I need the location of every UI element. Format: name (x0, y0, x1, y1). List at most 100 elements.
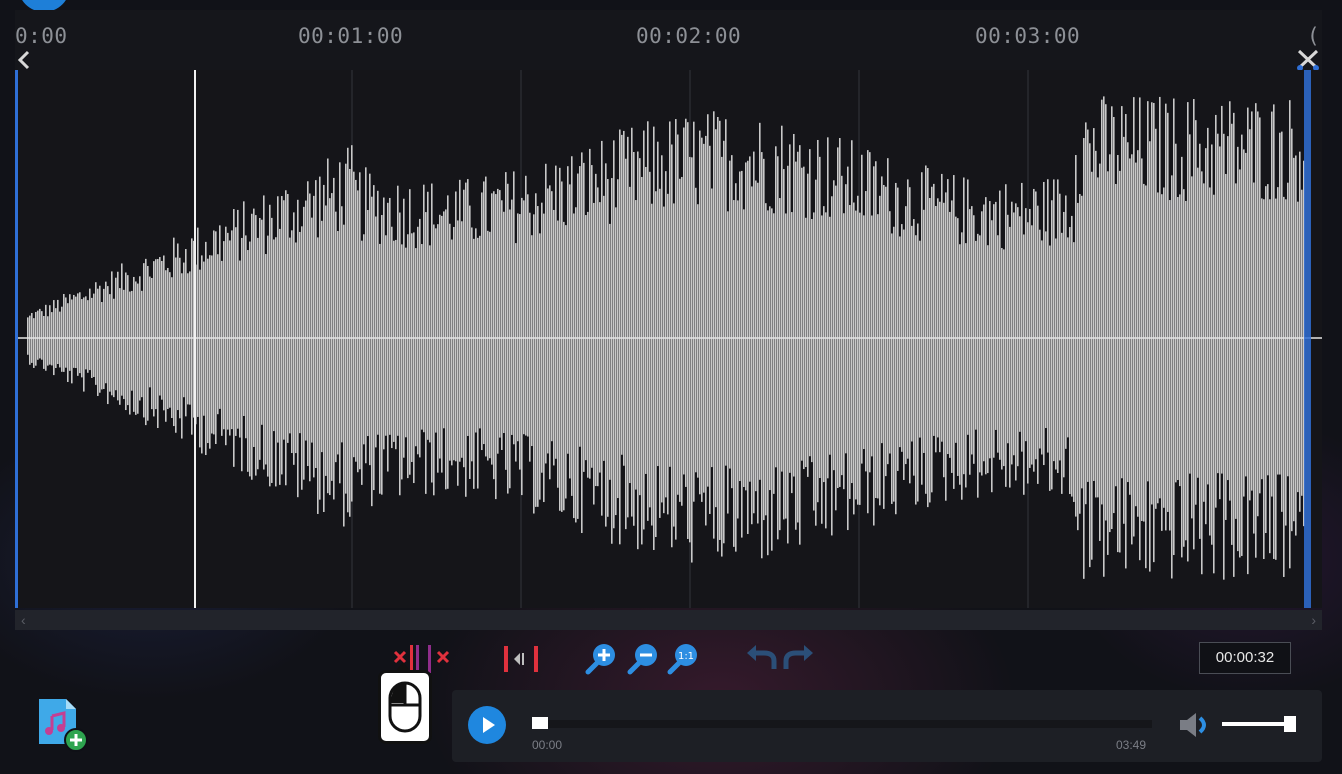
wave-sample (571, 156, 573, 496)
wave-sample (579, 166, 581, 447)
wave-sample (255, 215, 257, 476)
wave-sample (267, 235, 269, 477)
wave-sample (423, 184, 425, 433)
wave-sample (1175, 143, 1177, 483)
zoom-in-icon[interactable] (584, 641, 618, 675)
wave-sample (1083, 138, 1085, 579)
wave-sample (301, 226, 303, 490)
wave-sample (637, 151, 639, 550)
wave-sample (1291, 128, 1293, 532)
wave-sample (331, 193, 333, 481)
wave-sample (929, 198, 931, 503)
wave-sample (791, 212, 793, 494)
wave-sample (699, 130, 701, 495)
wave-sample (897, 187, 899, 471)
wave-sample (467, 179, 469, 436)
wave-sample (679, 178, 681, 502)
zoom-out-icon[interactable] (626, 641, 660, 675)
wave-sample (299, 231, 301, 434)
wave-sample (1171, 175, 1173, 579)
trim-selection-icon[interactable] (502, 643, 542, 675)
wave-sample (749, 156, 751, 482)
wave-sample (809, 149, 811, 457)
wave-sample (701, 137, 703, 502)
redo-icon[interactable] (782, 643, 816, 673)
timeline-ruler[interactable]: 0:00 00:01:00 00:02:00 00:03:00 ( (15, 10, 1322, 72)
wave-sample (783, 169, 785, 520)
speaker-icon[interactable] (1178, 712, 1212, 738)
wave-sample (1221, 105, 1223, 474)
wave-sample (499, 190, 501, 438)
wave-sample (765, 203, 767, 516)
scissors-icon[interactable] (1295, 48, 1321, 72)
wave-sample (1031, 225, 1033, 465)
wave-sample (415, 248, 417, 447)
wave-sample (665, 171, 667, 498)
volume-thumb[interactable] (1284, 716, 1296, 732)
wave-sample (1079, 194, 1081, 514)
start-handle-icon[interactable] (17, 50, 31, 70)
wave-sample (539, 233, 541, 500)
wave-sample (529, 212, 531, 462)
wave-sample (265, 254, 267, 465)
wave-sample (277, 196, 279, 443)
wave-sample (379, 243, 381, 494)
wave-sample (909, 187, 911, 484)
wave-sample (1007, 214, 1009, 444)
selection-end-marker[interactable] (1304, 70, 1311, 608)
wave-sample (1093, 128, 1095, 481)
wave-sample (853, 202, 855, 515)
waveform-canvas[interactable] (15, 70, 1322, 608)
play-button[interactable] (468, 706, 506, 744)
wave-sample (1049, 245, 1051, 491)
wave-sample (135, 281, 137, 415)
horizontal-scrollbar[interactable]: ‹ › (15, 610, 1322, 630)
zoom-reset-icon[interactable]: 1:1 (666, 641, 700, 675)
wave-sample (109, 294, 111, 392)
wave-sample (303, 206, 305, 480)
wave-sample (1123, 136, 1125, 524)
wave-sample (1037, 205, 1039, 484)
wave-sample (949, 211, 951, 458)
add-music-file-icon[interactable] (36, 696, 92, 756)
wave-sample (951, 200, 953, 473)
wave-sample (959, 244, 961, 485)
scroll-left-icon[interactable]: ‹ (21, 610, 26, 630)
wave-sample (983, 204, 985, 462)
wave-sample (381, 215, 383, 495)
selection-start-marker[interactable] (15, 70, 18, 608)
wave-sample (131, 290, 133, 391)
wave-sample (201, 255, 203, 454)
wave-sample (321, 220, 323, 453)
wave-sample (731, 155, 733, 489)
undo-icon[interactable] (744, 643, 778, 673)
wave-sample (35, 311, 37, 366)
progress-track[interactable] (532, 720, 1152, 728)
wave-sample (563, 221, 565, 511)
wave-sample (1199, 143, 1201, 539)
wave-sample (1155, 128, 1157, 509)
wave-sample (129, 291, 131, 415)
progress-thumb[interactable] (532, 717, 548, 729)
wave-sample (1005, 184, 1007, 487)
wave-sample (569, 184, 571, 479)
wave-sample (871, 215, 873, 457)
cut-after-icon[interactable] (426, 643, 456, 675)
scroll-right-icon[interactable]: › (1311, 610, 1316, 630)
ruler-label-1min: 00:01:00 (298, 24, 404, 48)
wave-sample (389, 197, 391, 435)
wave-sample (1223, 133, 1225, 580)
wave-sample (1279, 132, 1281, 475)
wave-sample (387, 202, 389, 472)
wave-sample (561, 181, 563, 512)
wave-sample (1183, 189, 1185, 547)
wave-sample (817, 139, 819, 503)
wave-sample (671, 144, 673, 548)
wave-sample (235, 227, 237, 436)
player-bar: 00:00 03:49 (452, 690, 1322, 762)
wave-sample (249, 241, 251, 477)
wave-sample (1023, 234, 1025, 495)
wave-sample (497, 188, 499, 454)
wave-sample (981, 211, 983, 476)
wave-sample (407, 234, 409, 479)
